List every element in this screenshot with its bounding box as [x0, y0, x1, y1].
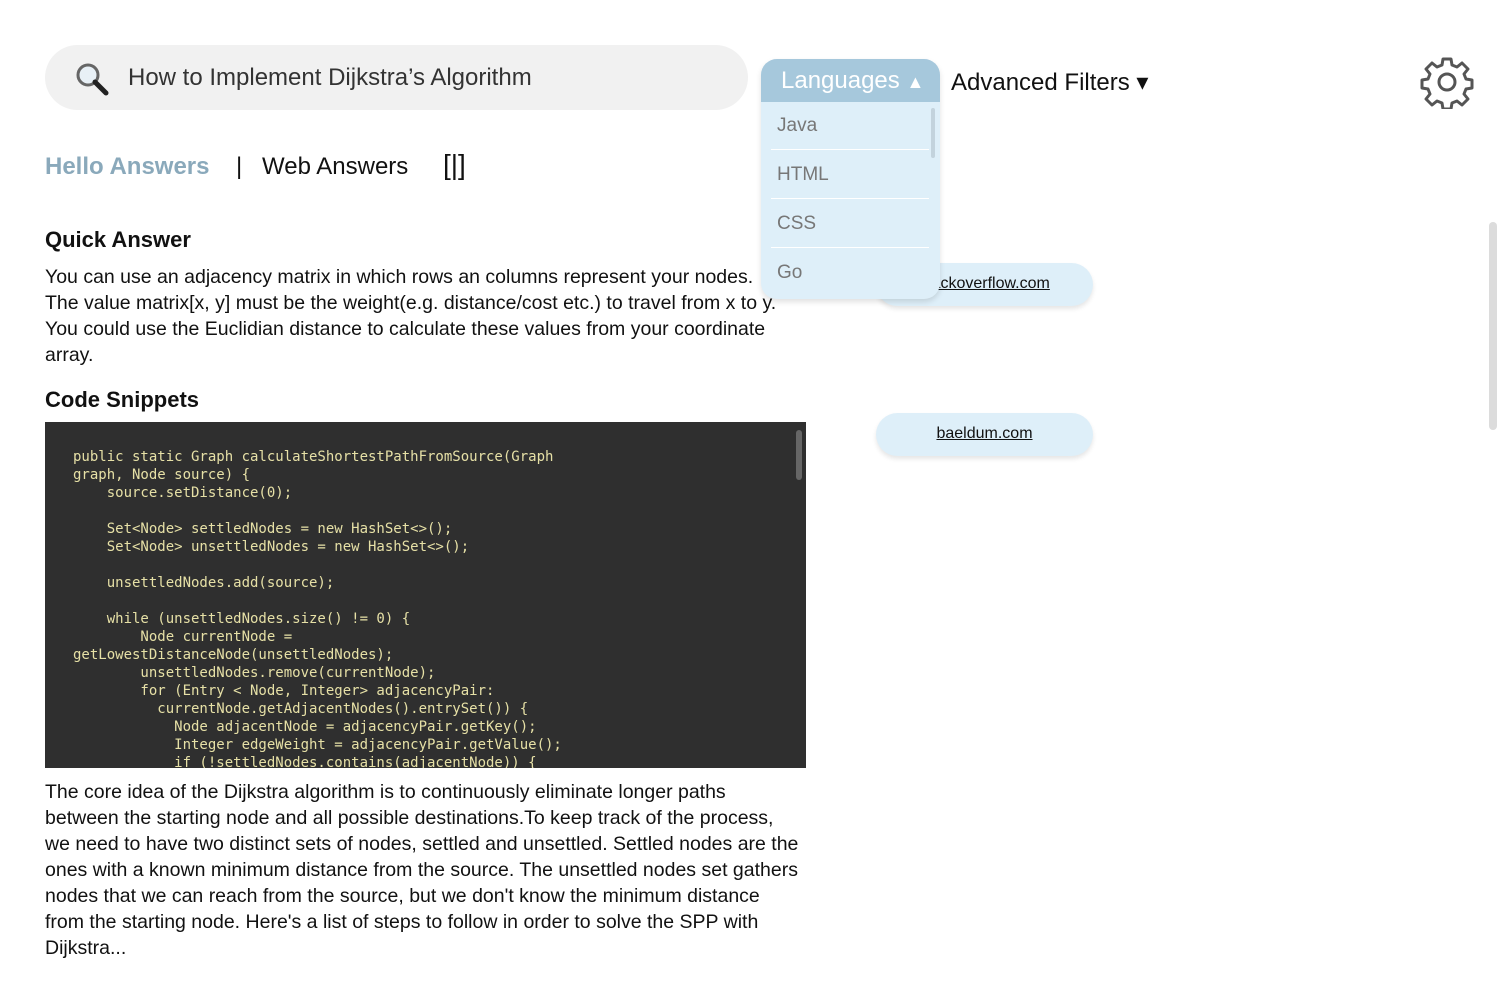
advanced-filters-button[interactable]: Advanced Filters ▾	[951, 68, 1148, 97]
magnifier-icon	[76, 63, 109, 96]
search-bar[interactable]: How to Implement Dijkstra’s Algorithm	[45, 45, 748, 110]
language-option-go[interactable]: Go	[771, 249, 929, 297]
code-snippets-heading: Code Snippets	[45, 387, 200, 412]
advanced-filters-label: Advanced Filters	[951, 69, 1130, 96]
languages-dropdown-header[interactable]: Languages ▲	[761, 59, 940, 102]
quick-answer-heading: Quick Answer	[45, 227, 191, 252]
code-scrollbar[interactable]	[796, 430, 802, 480]
chevron-up-icon: ▲	[906, 72, 925, 92]
quick-answer-text: You can use an adjacency matrix in which…	[45, 266, 777, 366]
split-view-toggle[interactable]: [|]	[443, 149, 466, 181]
caret-down-icon: ▾	[1136, 69, 1149, 96]
source-link[interactable]: baeldum.com	[936, 425, 1032, 442]
language-option-java[interactable]: Java	[771, 102, 929, 150]
languages-label: Languages	[781, 67, 900, 94]
code-text: public static Graph calculateShortestPat…	[73, 449, 562, 768]
language-option-html[interactable]: HTML	[771, 151, 929, 199]
tab-hello-answers[interactable]: Hello Answers	[45, 153, 210, 181]
language-option-css[interactable]: CSS	[771, 200, 929, 248]
page-scrollbar[interactable]	[1489, 222, 1497, 430]
tab-divider: |	[236, 153, 243, 180]
dropdown-scrollbar[interactable]	[931, 108, 935, 158]
languages-dropdown[interactable]: Languages ▲ Java HTML CSS Go	[761, 59, 940, 299]
search-input[interactable]: How to Implement Dijkstra’s Algorithm	[128, 64, 532, 92]
source-pill-baeldum[interactable]: baeldum.com	[876, 413, 1093, 456]
tab-web-answers[interactable]: Web Answers	[262, 153, 408, 181]
description-text: The core idea of the Dijkstra algorithm …	[45, 781, 799, 959]
gear-icon[interactable]	[1420, 55, 1474, 109]
code-snippet-block: public static Graph calculateShortestPat…	[45, 422, 806, 768]
